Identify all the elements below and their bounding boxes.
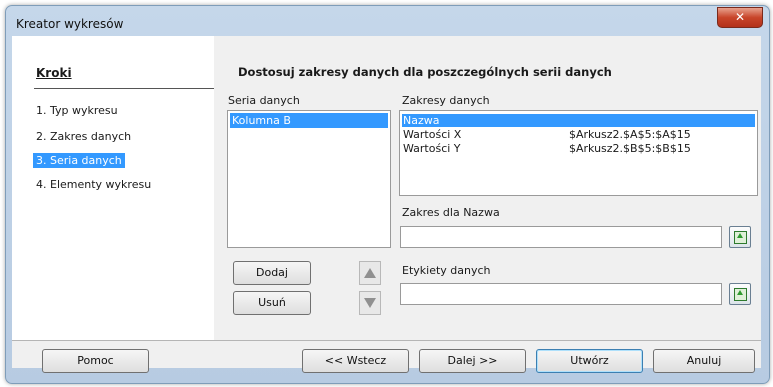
chart-wizard-window: Kreator wykresów ✕ Kroki 1. Typ wykresu …	[5, 5, 770, 384]
step-chart-elements[interactable]: 4. Elementy wykresu	[33, 177, 154, 192]
cancel-button[interactable]: Anuluj	[653, 349, 755, 373]
shrink-icon	[734, 288, 747, 301]
steps-divider	[34, 88, 214, 89]
steps-panel: Kroki 1. Typ wykresu 2. Zakres danych 3.…	[12, 36, 214, 340]
data-ranges-label: Zakresy danych	[402, 94, 490, 107]
footer-bar: Pomoc << Wstecz Dalej >> Utwórz Anuluj	[12, 341, 761, 373]
page-heading: Dostosuj zakresy danych dla poszczególny…	[238, 65, 612, 79]
finish-button[interactable]: Utwórz	[536, 349, 643, 373]
range-name: Nazwa	[403, 114, 440, 127]
step-chart-type[interactable]: 1. Typ wykresu	[33, 103, 121, 118]
series-item[interactable]: Kolumna B	[230, 113, 388, 128]
range-for-name-label: Zakres dla Nazwa	[402, 206, 500, 219]
range-row-y-values[interactable]: Wartości Y $Arkusz2.$B$5:$B$15	[402, 142, 755, 155]
data-labels-input[interactable]	[400, 283, 722, 305]
close-button[interactable]: ✕	[717, 7, 763, 28]
help-button[interactable]: Pomoc	[42, 349, 149, 373]
series-listbox[interactable]: Kolumna B	[227, 110, 391, 248]
range-value: $Arkusz2.$B$5:$B$15	[569, 142, 691, 155]
select-range-button[interactable]	[729, 226, 751, 248]
arrow-down-icon	[364, 298, 376, 308]
range-for-name-input[interactable]	[400, 226, 722, 248]
series-label: Seria danych	[228, 94, 300, 107]
next-button[interactable]: Dalej >>	[419, 349, 526, 373]
steps-header: Kroki	[36, 66, 72, 80]
range-row-name[interactable]: Nazwa	[402, 114, 755, 127]
range-name: Wartości X	[403, 128, 462, 141]
step-data-range[interactable]: 2. Zakres danych	[33, 129, 134, 144]
step-data-series[interactable]: 3. Seria danych	[33, 153, 125, 168]
title-bar[interactable]: Kreator wykresów ✕	[6, 6, 769, 40]
data-labels-label: Etykiety danych	[402, 264, 491, 277]
back-button[interactable]: << Wstecz	[302, 349, 409, 373]
range-name: Wartości Y	[403, 142, 461, 155]
remove-button[interactable]: Usuń	[233, 291, 311, 315]
move-down-button[interactable]	[359, 291, 381, 315]
move-up-button[interactable]	[359, 261, 381, 285]
add-button[interactable]: Dodaj	[233, 261, 311, 285]
shrink-icon	[734, 231, 747, 244]
select-data-labels-button[interactable]	[729, 283, 751, 305]
arrow-up-icon	[364, 268, 376, 278]
range-value: $Arkusz2.$A$5:$A$15	[569, 128, 691, 141]
dialog-client-area: Kroki 1. Typ wykresu 2. Zakres danych 3.…	[12, 36, 761, 373]
data-ranges-listbox[interactable]: Nazwa Wartości X $Arkusz2.$A$5:$A$15 War…	[399, 110, 758, 196]
range-row-x-values[interactable]: Wartości X $Arkusz2.$A$5:$A$15	[402, 128, 755, 141]
window-title: Kreator wykresów	[16, 17, 124, 31]
